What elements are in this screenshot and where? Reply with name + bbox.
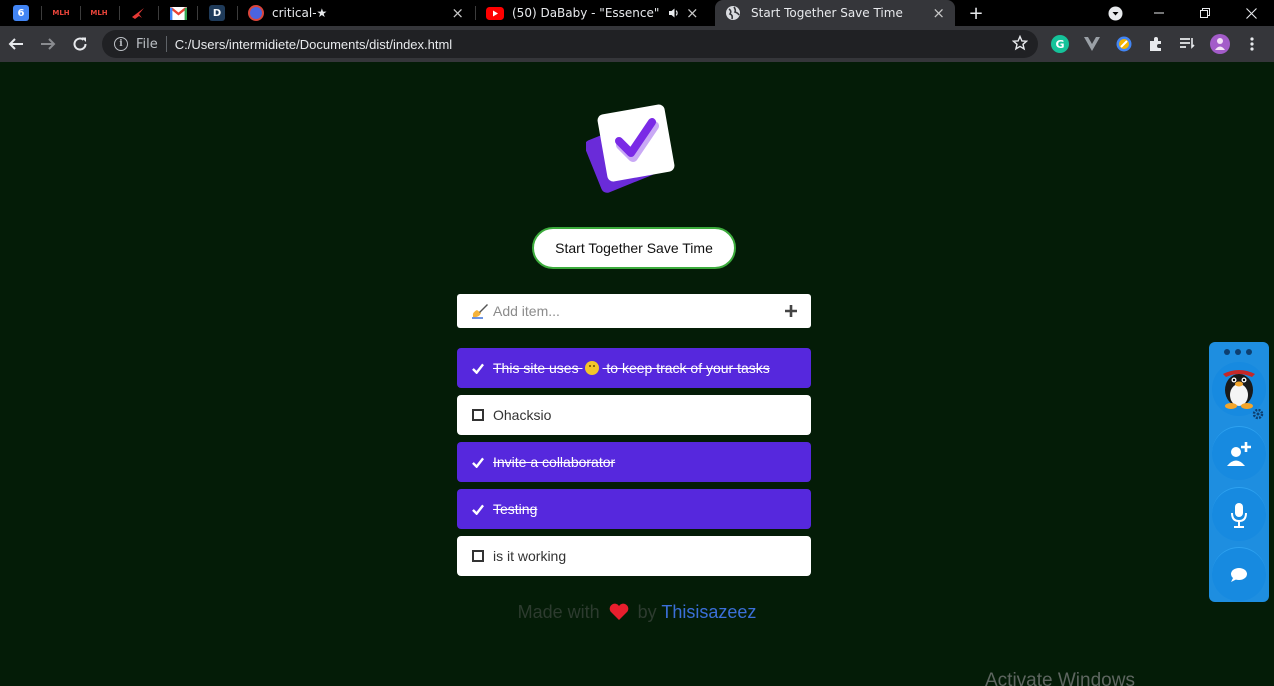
- close-icon[interactable]: ×: [451, 5, 464, 21]
- profile-avatar-icon[interactable]: [1210, 34, 1230, 54]
- chat-bubble-icon: [1231, 567, 1247, 582]
- gmail-icon: [169, 6, 187, 20]
- writing-hand-icon: [471, 303, 489, 319]
- url-scheme: File: [136, 36, 158, 52]
- tab-youtube[interactable]: (50) DaBaby - "Essence" Freestyle ×: [476, 0, 712, 26]
- globe-icon: [726, 6, 740, 20]
- dev-icon: D: [209, 5, 225, 21]
- bookmark-star-icon[interactable]: [1012, 35, 1028, 51]
- plus-icon: [785, 305, 797, 317]
- arrow-right-icon: [41, 38, 56, 50]
- vue-devtools-icon[interactable]: [1083, 35, 1101, 53]
- add-item-input[interactable]: [493, 303, 781, 319]
- arrow-left-icon: [8, 38, 23, 50]
- speaker-icon[interactable]: [668, 7, 680, 19]
- checkbox-icon[interactable]: [472, 409, 484, 421]
- author-link[interactable]: Thisisazeez: [661, 602, 756, 622]
- reading-list-icon[interactable]: [1178, 35, 1196, 53]
- checkmark-icon[interactable]: [472, 456, 484, 468]
- footer: Made with by Thisisazeez: [0, 602, 1274, 623]
- grammarly-icon[interactable]: G: [1051, 35, 1069, 53]
- critical-site-icon: [248, 5, 264, 21]
- reload-icon: [73, 37, 87, 51]
- address-bar[interactable]: i File C:/Users/intermidiete/Documents/d…: [102, 30, 1038, 58]
- pinned-tab-mlh-2[interactable]: MLH: [80, 0, 118, 26]
- minimize-button[interactable]: [1146, 0, 1172, 26]
- drag-handle[interactable]: [1224, 349, 1252, 355]
- more-menu-icon[interactable]: [1243, 35, 1261, 53]
- mlh-icon: MLH: [90, 9, 108, 17]
- close-icon: [1245, 7, 1257, 19]
- pinned-tab-calendar[interactable]: 6: [2, 0, 40, 26]
- add-friend-button[interactable]: [1212, 426, 1266, 480]
- tab-critical[interactable]: critical-★ ×: [238, 0, 474, 26]
- todo-text: is it working: [493, 548, 567, 564]
- by-text: by: [637, 602, 657, 622]
- restore-button[interactable]: [1192, 0, 1218, 26]
- todo-text: Invite a collaborator: [493, 454, 616, 470]
- tab-strip: 6 MLH MLH D critical-★ × (50) DaBaby - "…: [0, 0, 1274, 26]
- url-text[interactable]: C:/Users/intermidiete/Documents/dist/ind…: [175, 37, 452, 52]
- pinned-tab-airline[interactable]: [119, 0, 157, 26]
- add-user-icon: [1227, 441, 1251, 466]
- todo-text: Testing: [493, 501, 538, 517]
- chevron-down-icon: [1108, 6, 1122, 20]
- new-tab-button[interactable]: +: [964, 0, 988, 26]
- restore-icon: [1200, 8, 1210, 18]
- made-with-text: Made with: [517, 602, 600, 622]
- checkbox-icon[interactable]: [472, 550, 484, 562]
- checkmark-icon[interactable]: [472, 503, 484, 515]
- checkmark-icon[interactable]: [472, 362, 484, 374]
- add-item-form: [457, 294, 811, 328]
- gear-icon[interactable]: [1252, 408, 1264, 420]
- chat-button[interactable]: [1212, 547, 1266, 601]
- airline-icon: [132, 8, 144, 19]
- microphone-icon: [1231, 502, 1247, 528]
- todo-text: This site uses to keep track of your tas…: [493, 360, 770, 376]
- close-window-button[interactable]: [1238, 0, 1264, 26]
- heart-icon: [609, 603, 628, 620]
- puzzle-icon[interactable]: [1147, 35, 1165, 53]
- todo-item[interactable]: Invite a collaborator: [457, 442, 811, 482]
- voice-button[interactable]: [1212, 487, 1266, 541]
- checklist-logo-icon: [586, 104, 675, 193]
- tab-title: critical-★: [272, 6, 328, 20]
- tab-search-button[interactable]: [1104, 0, 1126, 26]
- tab-start-together[interactable]: Start Together Save Time ×: [715, 0, 955, 26]
- penguin-avatar-icon: [1223, 370, 1255, 409]
- pinned-tab-gmail[interactable]: [159, 0, 197, 26]
- smiley-emoji-icon: [585, 361, 600, 375]
- divider: [165, 36, 167, 52]
- site-info-icon[interactable]: i: [114, 37, 128, 51]
- google-calendar-icon: 6: [13, 5, 29, 21]
- todo-item[interactable]: Testing: [457, 489, 811, 529]
- side-widget: [1209, 342, 1269, 602]
- tab-title: (50) DaBaby - "Essence" Freestyle: [512, 6, 664, 20]
- youtube-icon: [486, 6, 504, 20]
- close-icon[interactable]: ×: [932, 5, 945, 21]
- pinned-tab-mlh[interactable]: MLH: [42, 0, 80, 26]
- ext-round-icon[interactable]: [1115, 35, 1133, 53]
- activate-windows-watermark: Activate Windows: [985, 670, 1135, 686]
- back-button[interactable]: [4, 32, 28, 56]
- todo-item[interactable]: Ohacksio: [457, 395, 811, 435]
- tab-title: Start Together Save Time: [751, 6, 903, 20]
- close-icon[interactable]: ×: [686, 5, 699, 21]
- todo-item[interactable]: This site uses to keep track of your tas…: [457, 348, 811, 388]
- todo-text: Ohacksio: [493, 407, 552, 423]
- minimize-icon: [1154, 12, 1164, 14]
- forward-button[interactable]: [36, 32, 60, 56]
- mlh-icon: MLH: [52, 9, 70, 17]
- reload-button[interactable]: [68, 32, 92, 56]
- add-item-button[interactable]: [781, 301, 801, 321]
- pinned-tab-dev[interactable]: D: [198, 0, 236, 26]
- todo-item[interactable]: is it working: [457, 536, 811, 576]
- app-title: Start Together Save Time: [532, 227, 736, 269]
